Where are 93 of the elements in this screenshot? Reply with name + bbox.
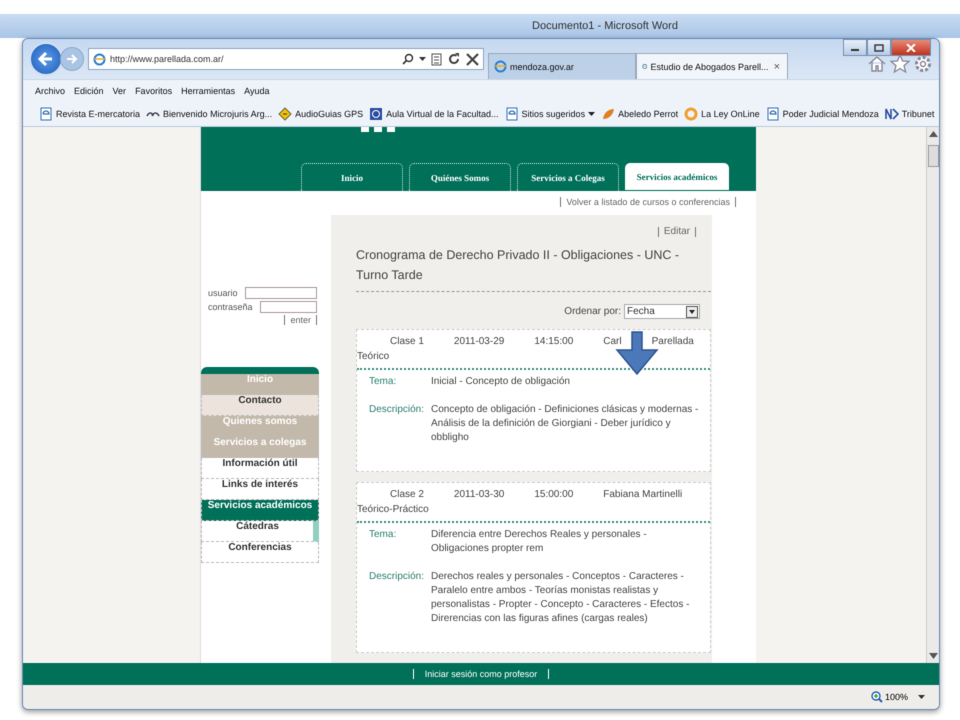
class-field: Fabiana Martinelli — [603, 488, 682, 501]
page-title: Cronograma de Derecho Privado II - Obligaciones - UNC - Turno Tarde — [356, 245, 711, 292]
scroll-down-icon[interactable] — [928, 653, 938, 659]
globe-icon — [93, 52, 106, 66]
favorite-link[interactable]: Bienvenido Microjuris Arg... — [146, 107, 272, 121]
maximize-icon — [874, 44, 884, 52]
nav-tab[interactable]: Quiénes Somos — [409, 163, 511, 191]
scrollbar[interactable] — [926, 127, 939, 663]
favorite-link[interactable]: Tribunet — [884, 107, 934, 121]
password-label: contraseña — [208, 302, 253, 312]
username-field[interactable] — [245, 287, 317, 299]
favorite-link[interactable]: Revista E-mercatoria — [39, 107, 140, 121]
zoom-icon — [870, 691, 883, 703]
class-field: 2011-03-30 — [454, 488, 504, 501]
sort-dropdown[interactable]: Fecha — [624, 304, 700, 319]
browser-tab[interactable]: Estudio de Abogados Parell... × — [636, 53, 788, 79]
description-text: Concepto de obligación - Definiciones clásicas y modernas - Análisis de la definición de Giorgiani - Deber jurídico y obbligho — [431, 403, 700, 445]
class-field: 15:00:00 — [534, 488, 574, 501]
page-icon[interactable] — [431, 52, 442, 66]
side-menu-item[interactable]: Servicios académicos — [201, 500, 319, 521]
back-to-list-link[interactable]: Volver a listado de cursos o conferencias — [566, 197, 730, 207]
nav-tab[interactable]: Inicio — [301, 163, 403, 191]
menu-item[interactable]: Ayuda — [244, 86, 270, 96]
caret-icon[interactable] — [419, 56, 426, 62]
description-text: Derechos reales y personales - Conceptos - Caracteres - Paralelo entre ambos - Teorías monistas realistas y personalistas - Propter - Concepto - Caracteres - Efectos - Direrencias con las figuras afines (cargas reales) — [431, 570, 690, 626]
side-menu-item[interactable]: Links de interés — [201, 479, 319, 500]
search-icon[interactable] — [402, 53, 414, 65]
ring-icon — [684, 107, 698, 121]
tn-logo-icon — [884, 107, 899, 121]
page-icon — [504, 107, 519, 121]
close-tab-button[interactable]: × — [772, 60, 782, 72]
star-icon[interactable] — [890, 54, 910, 74]
class-field: Clase 2 — [390, 488, 424, 501]
menu-item[interactable]: Herramientas — [181, 86, 236, 96]
scroll-up-icon[interactable] — [928, 131, 938, 137]
teacher-login-link[interactable]: Iniciar sesión como profesor — [418, 669, 544, 679]
minimize-button[interactable] — [843, 39, 867, 56]
browser-tab[interactable]: mendoza.gov.ar — [488, 53, 636, 79]
class-field: 2011-03-29 — [454, 335, 504, 348]
description-label: Descripción: — [369, 403, 426, 417]
topic-label: Tema: — [369, 375, 398, 389]
class-field: Teórico-Práctico — [357, 503, 429, 516]
sort-label: Ordenar por: — [564, 306, 621, 317]
menu-item[interactable]: Favoritos — [135, 86, 172, 96]
leaf-icon — [601, 107, 616, 121]
page-icon — [39, 107, 53, 121]
topic-text: Inicial - Concepto de obligación — [431, 375, 571, 389]
favorite-link[interactable]: Sitios sugeridos — [504, 107, 596, 121]
edit-link[interactable]: Editar — [664, 226, 690, 237]
close-icon[interactable] — [466, 52, 479, 66]
class-field: Carl — [603, 335, 622, 348]
topic-label: Tema: — [369, 528, 398, 542]
side-menu-item[interactable]: Cátedras — [201, 521, 319, 542]
class-field: Parellada — [652, 335, 694, 348]
nav-tab[interactable]: Servicios a Colegas — [517, 163, 619, 191]
caret-icon[interactable] — [918, 694, 925, 700]
menu-item[interactable]: Archivo — [35, 86, 66, 96]
class-field: 14:15:00 — [534, 335, 574, 348]
class-field: Teórico — [357, 350, 390, 363]
maximize-button[interactable] — [867, 39, 891, 56]
back-button[interactable] — [29, 42, 63, 76]
favorite-link[interactable]: La Ley OnLine — [684, 107, 760, 121]
enter-link[interactable]: enter — [290, 315, 311, 325]
topic-text: Diferencia entre Derechos Reales y personales - Obligaciones propter rem — [431, 528, 648, 556]
side-menu-item[interactable]: Conferencias — [201, 542, 319, 563]
zoom-control[interactable]: 100% — [870, 691, 908, 703]
side-menu-item[interactable]: Información útil — [201, 458, 319, 479]
close-icon — [906, 44, 916, 52]
forward-arrow-icon — [65, 52, 79, 66]
close-button[interactable] — [891, 39, 931, 56]
window-title: Documento1 - Microsoft Word — [532, 20, 678, 32]
favorite-link[interactable]: Poder Judicial Mendoza — [766, 107, 879, 121]
favorite-link[interactable]: AudioGuias GPS — [278, 107, 364, 121]
nav-tab[interactable]: Servicios académicos — [625, 163, 729, 190]
class-field: Clase 1 — [390, 335, 424, 348]
globe-icon — [494, 60, 507, 73]
settings-icon[interactable] — [913, 54, 933, 74]
logo-fragment-drawing — [361, 127, 395, 132]
favorite-link[interactable]: Abeledo Perrot — [601, 107, 678, 121]
description-label: Descripción: — [369, 570, 426, 584]
refresh-icon[interactable] — [447, 52, 461, 66]
address-bar[interactable]: http://www.parellada.com.ar/ — [88, 48, 484, 70]
password-field[interactable] — [260, 301, 317, 313]
menu-item[interactable]: Ver — [112, 86, 126, 96]
scroll-thumb[interactable] — [928, 145, 938, 167]
menu-item[interactable]: Edición — [74, 86, 104, 96]
square-logo-icon — [369, 107, 384, 121]
favorite-link[interactable]: Aula Virtual de la Facultad... — [369, 107, 499, 121]
page-icon — [766, 107, 780, 121]
url-text: http://www.parellada.com.ar/ — [110, 54, 225, 64]
diamond-icon — [278, 107, 292, 121]
side-menu-item[interactable]: Contacto — [201, 395, 319, 416]
username-label: usuario — [208, 288, 238, 298]
